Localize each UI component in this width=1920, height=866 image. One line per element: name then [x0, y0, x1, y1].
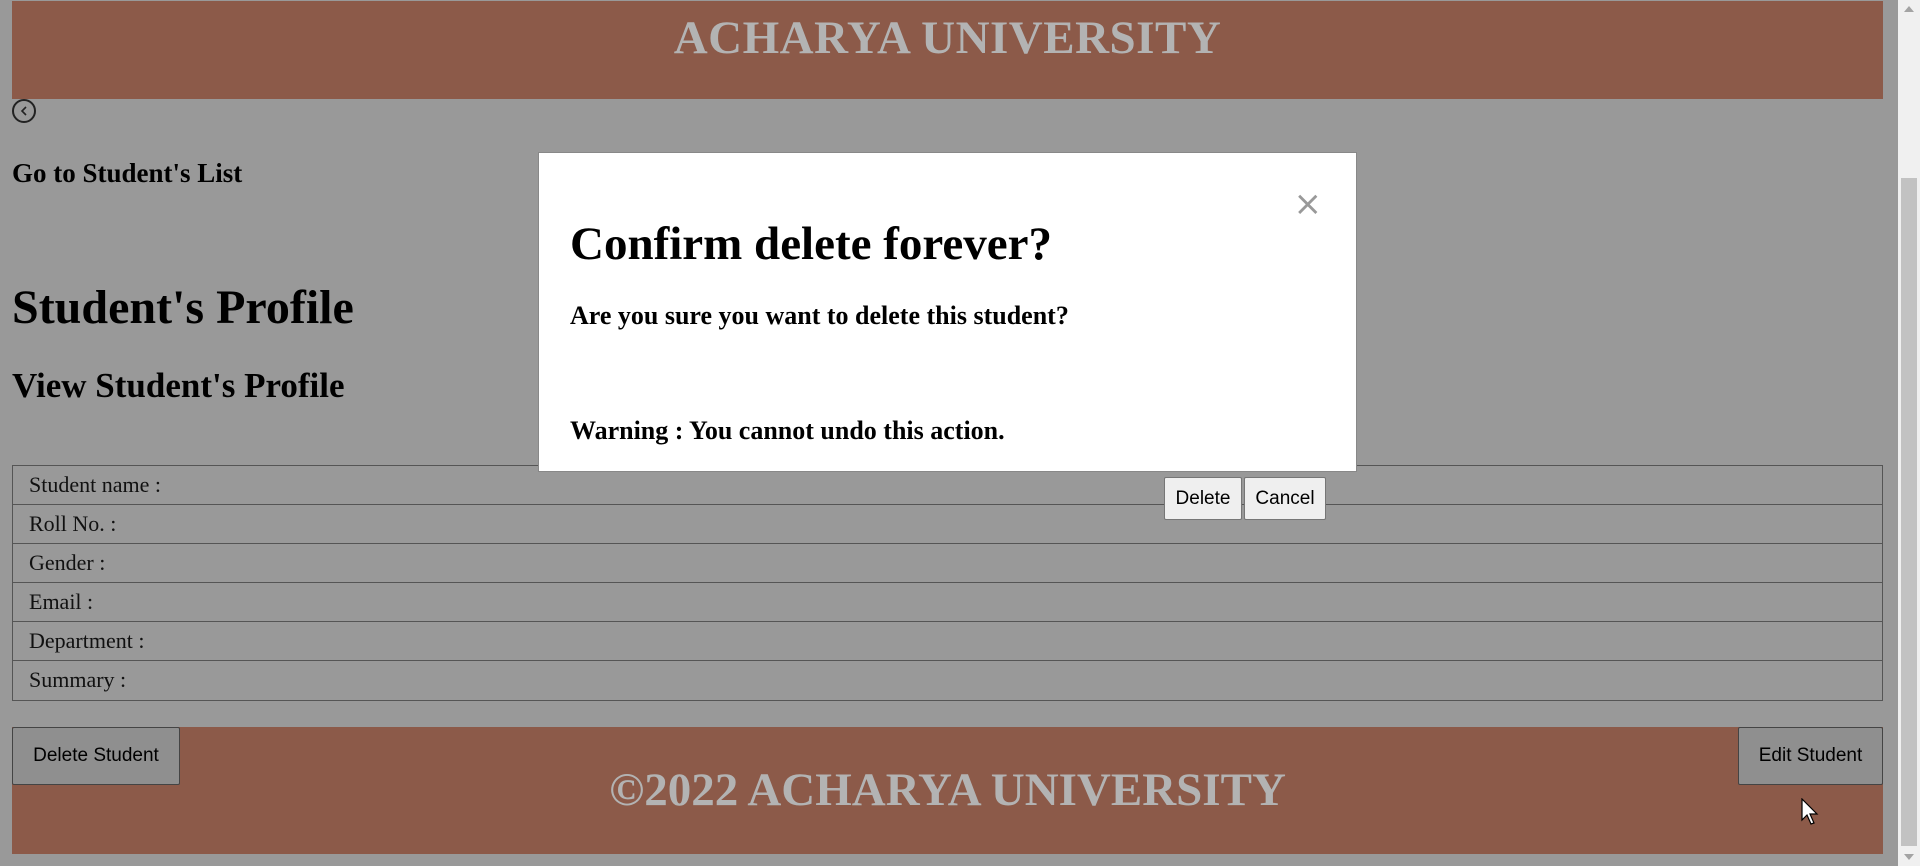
scroll-down-arrow-icon[interactable] [1904, 854, 1914, 860]
field-gender: Gender : [13, 544, 1882, 583]
close-icon[interactable]: × [1294, 187, 1323, 221]
cancel-button[interactable]: Cancel [1244, 477, 1326, 520]
back-button[interactable] [12, 99, 36, 123]
field-email: Email : [13, 583, 1882, 622]
confirm-delete-dialog: × Confirm delete forever? Are you sure y… [538, 152, 1357, 472]
scrollbar-thumb[interactable] [1901, 178, 1917, 846]
site-footer: ©2022 ACHARYA UNIVERSITY [12, 727, 1883, 854]
site-title: ACHARYA UNIVERSITY [673, 12, 1222, 64]
go-to-student-list-link[interactable]: Go to Student's List [12, 158, 242, 189]
dialog-title: Confirm delete forever? [570, 218, 1052, 270]
edit-student-button[interactable]: Edit Student [1738, 727, 1883, 785]
field-summary: Summary : [29, 667, 127, 692]
site-header: ACHARYA UNIVERSITY [12, 1, 1883, 99]
student-profile-fields: Student name : Roll No. : Gender : Email… [12, 465, 1883, 701]
field-department: Department : [13, 622, 1882, 661]
mouse-cursor-icon [1801, 798, 1819, 825]
page-title: Student's Profile [12, 281, 354, 334]
page-subtitle: View Student's Profile [12, 366, 345, 405]
confirm-delete-button[interactable]: Delete [1164, 477, 1242, 520]
dialog-warning: Warning : You cannot undo this action. [570, 416, 1005, 445]
chevron-left-icon [20, 106, 27, 116]
vertical-scrollbar[interactable] [1898, 0, 1920, 866]
footer-copyright: ©2022 ACHARYA UNIVERSITY [609, 764, 1286, 816]
delete-student-button[interactable]: Delete Student [12, 727, 180, 785]
dialog-message: Are you sure you want to delete this stu… [570, 301, 1069, 330]
field-roll-no: Roll No. : [13, 505, 1882, 544]
scroll-up-arrow-icon[interactable] [1904, 6, 1914, 12]
